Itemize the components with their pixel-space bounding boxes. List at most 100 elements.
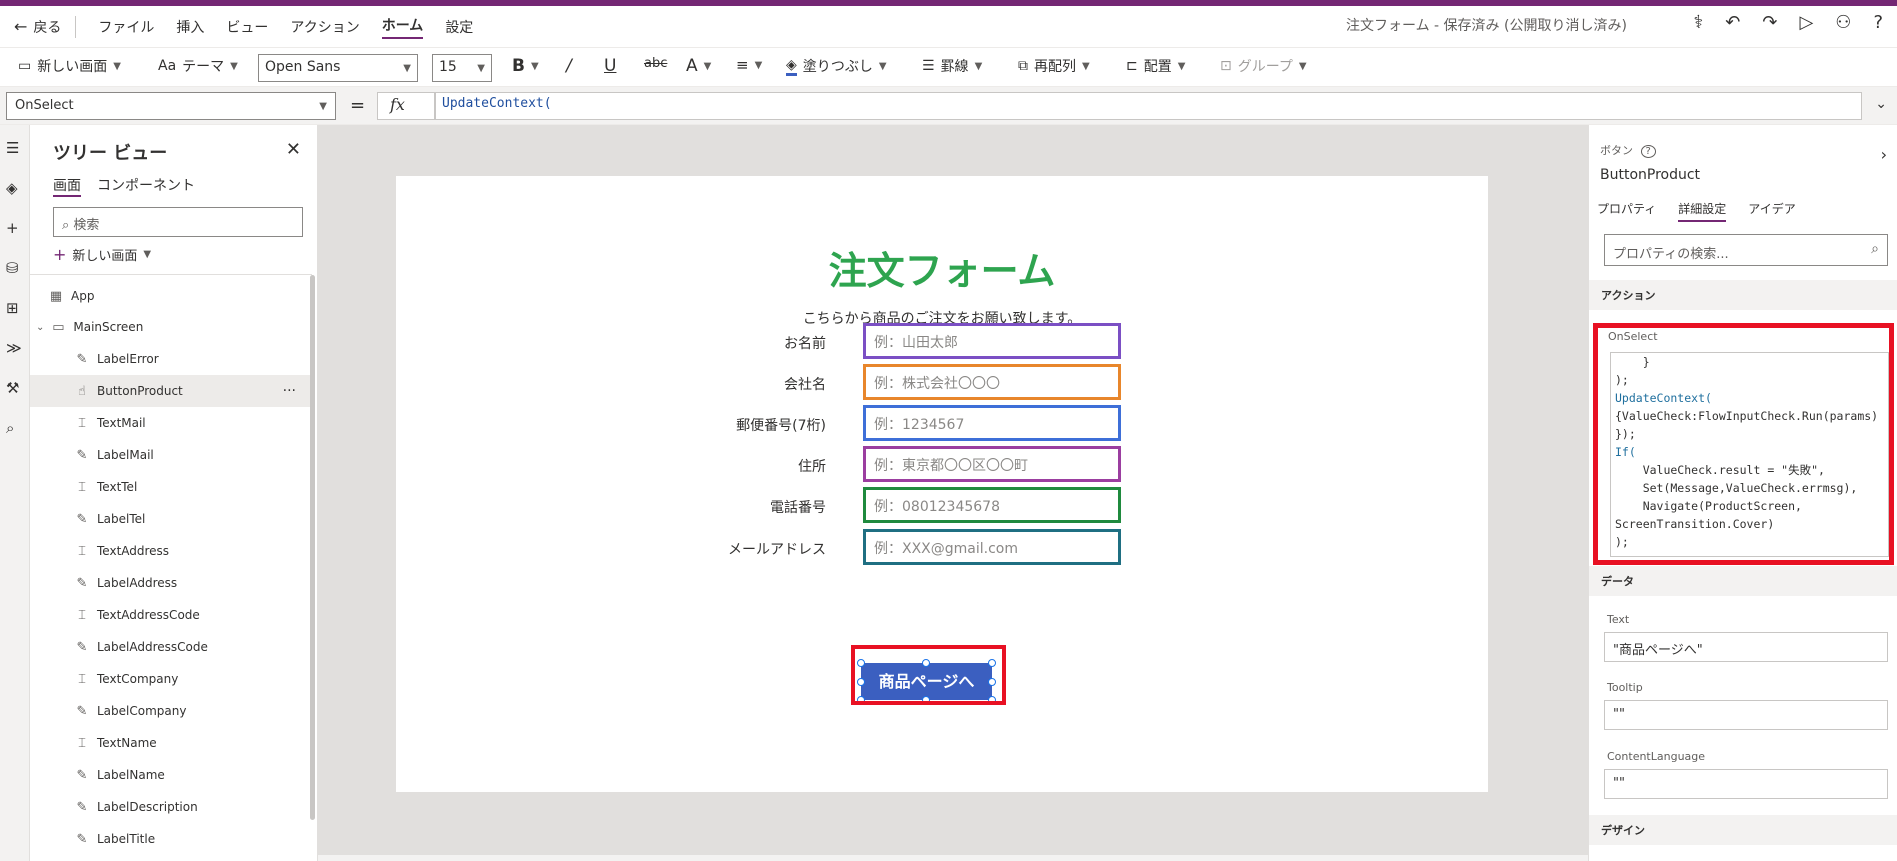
help-circle-icon[interactable]: ? [1640, 145, 1656, 158]
group-button[interactable]: ⊡ グループ ▼ [1220, 56, 1307, 76]
tree-item-app[interactable]: ▦ App [30, 280, 312, 312]
tree-item[interactable]: ⌶ TextAddress [30, 535, 312, 567]
underline-button[interactable]: U [604, 56, 616, 76]
label-icon: ✎ [76, 767, 88, 783]
bold-button[interactable]: B ▼ [512, 56, 539, 76]
fx-button[interactable]: fx [377, 92, 435, 120]
plus-icon: + [53, 245, 67, 264]
plus-icon[interactable]: + [6, 219, 19, 237]
tree-item[interactable]: ✎ LabelMail [30, 439, 312, 471]
font-color-button[interactable]: A ▼ [686, 56, 711, 76]
tab-properties[interactable]: プロパティ [1597, 200, 1656, 222]
input-phone[interactable]: 例：08012345678 [863, 487, 1121, 523]
tree-item[interactable]: ✎ LabelAddressCode [30, 631, 312, 663]
tab-advanced[interactable]: 詳細設定 [1678, 200, 1727, 222]
share-user-icon[interactable]: ⚇ [1835, 12, 1851, 33]
menu-divider [75, 15, 77, 38]
hamburger-icon[interactable]: ☰ [6, 139, 19, 157]
equals-sign: = [350, 95, 366, 116]
database-icon[interactable]: ⛁ [6, 259, 19, 277]
tree-item[interactable]: ⌶ TextTel [30, 471, 312, 503]
input-postal-code[interactable]: 例：1234567 [863, 405, 1121, 441]
expand-formula-icon[interactable]: ⌄ [1875, 96, 1887, 112]
menu-action[interactable]: アクション [290, 17, 359, 37]
tree-new-screen-button[interactable]: + 新しい画面 ▼ [53, 245, 151, 264]
property-select[interactable]: OnSelect ▼ [6, 92, 336, 120]
border-icon: ☰ [922, 58, 935, 74]
label-phone: 電話番号 [770, 500, 826, 516]
undo-icon[interactable]: ↶ [1725, 12, 1740, 33]
tree-item[interactable]: ✎ LabelTel [30, 503, 312, 535]
onselect-code-editor[interactable]: } ); UpdateContext( {ValueCheck:FlowInpu… [1610, 352, 1889, 557]
tree-item[interactable]: ⌶ TextName [30, 727, 312, 759]
input-address[interactable]: 例：東京都〇〇区〇〇町 [863, 446, 1121, 482]
label-icon: ✎ [76, 351, 88, 367]
fill-button[interactable]: ◈ 塗りつぶし ▼ [786, 56, 887, 76]
layers-icon[interactable]: ◈ [6, 179, 18, 197]
tab-ideas[interactable]: アイデア [1748, 200, 1795, 222]
tree-item[interactable]: ✎ LabelError [30, 343, 312, 375]
back-button[interactable]: ← 戻る [14, 17, 61, 37]
tab-components[interactable]: コンポーネント [97, 175, 195, 197]
formula-input[interactable]: UpdateContext( [435, 92, 1862, 120]
property-search-input[interactable]: プロパティの検索... ⌕ [1604, 234, 1888, 266]
text-align-button[interactable]: ≡ ▼ [736, 56, 762, 74]
formula-bar: OnSelect ▼ = fx UpdateContext( ⌄ [0, 87, 1897, 125]
tree-item-selected[interactable]: ☝ ButtonProduct ··· [30, 375, 312, 407]
stethoscope-icon[interactable]: ⚕ [1694, 12, 1704, 33]
italic-button[interactable]: / [566, 56, 572, 76]
reorder-button[interactable]: ⧉ 再配列 ▼ [1018, 56, 1090, 76]
menu-file[interactable]: ファイル [98, 17, 154, 37]
menu-settings[interactable]: 設定 [445, 17, 473, 37]
button-icon: ☝ [78, 383, 86, 399]
media-icon[interactable]: ⊞ [6, 299, 19, 317]
textinput-icon: ⌶ [78, 543, 86, 559]
tree-item-mainscreen[interactable]: ⌄ ▭ MainScreen [30, 311, 312, 343]
strikethrough-button[interactable]: abc [644, 56, 667, 71]
menu-insert[interactable]: 挿入 [176, 17, 204, 37]
new-screen-button[interactable]: ▭ 新しい画面 ▼ [18, 56, 121, 76]
border-button[interactable]: ☰ 罫線 ▼ [922, 56, 982, 76]
tree-view-panel: ツリー ビュー ✕ 画面 コンポーネント ⌕ 検索 + 新しい画面 ▼ ▦ Ap… [30, 125, 318, 861]
menu-home[interactable]: ホーム [381, 15, 424, 39]
flow-icon[interactable]: ≫ [6, 339, 22, 357]
tree-item[interactable]: ✎ LabelTitle [30, 823, 312, 855]
play-icon[interactable]: ▷ [1799, 12, 1813, 33]
label-icon: ✎ [76, 703, 88, 719]
input-email[interactable]: 例：XXX@gmail.com [863, 529, 1121, 565]
more-options-icon[interactable]: ··· [283, 383, 296, 399]
tree-item[interactable]: ⌶ TextCompany [30, 663, 312, 695]
chevron-down-icon: ▼ [143, 249, 152, 260]
align-button[interactable]: ⊏ 配置 ▼ [1126, 56, 1185, 76]
tooltip-property-label: Tooltip [1607, 681, 1643, 694]
tooltip-property-input[interactable]: "" [1604, 700, 1888, 730]
tree-item[interactable]: ✎ LabelCompany [30, 695, 312, 727]
chevron-down-icon: ▼ [113, 60, 121, 72]
canvas-bottom-bar [318, 855, 1588, 861]
tools-icon[interactable]: ⚒ [6, 379, 19, 397]
tree-item[interactable]: ✎ LabelName [30, 759, 312, 791]
help-icon[interactable]: ? [1873, 12, 1883, 33]
tab-screens[interactable]: 画面 [53, 175, 81, 197]
tree-item[interactable]: ✎ LabelDescription [30, 791, 312, 823]
underline-icon: U [604, 56, 617, 76]
input-name[interactable]: 例：山田太郎 [863, 323, 1121, 359]
search-icon[interactable]: ⌕ [6, 419, 14, 437]
input-company[interactable]: 例：株式会社〇〇〇 [863, 364, 1121, 400]
theme-button[interactable]: Aa テーマ ▼ [158, 56, 238, 76]
tree-item[interactable]: ⌶ TextAddressCode [30, 599, 312, 631]
tree-scrollbar[interactable] [310, 275, 315, 820]
menu-view[interactable]: ビュー [226, 17, 268, 37]
textinput-icon: ⌶ [78, 479, 86, 495]
redo-icon[interactable]: ↷ [1762, 12, 1777, 33]
contentlanguage-property-input[interactable]: "" [1604, 769, 1888, 799]
tree-item[interactable]: ✎ LabelAddress [30, 567, 312, 599]
chevron-down-icon: ▼ [403, 63, 411, 74]
close-icon[interactable]: ✕ [286, 139, 301, 160]
font-size-select[interactable]: 15 ▼ [432, 54, 492, 82]
text-property-input[interactable]: "商品ページへ" [1604, 632, 1888, 662]
tree-search-input[interactable]: ⌕ 検索 [53, 207, 303, 237]
chevron-right-icon[interactable]: › [1881, 145, 1887, 164]
font-select[interactable]: Open Sans ▼ [258, 54, 418, 82]
tree-item[interactable]: ⌶ TextMail [30, 407, 312, 439]
